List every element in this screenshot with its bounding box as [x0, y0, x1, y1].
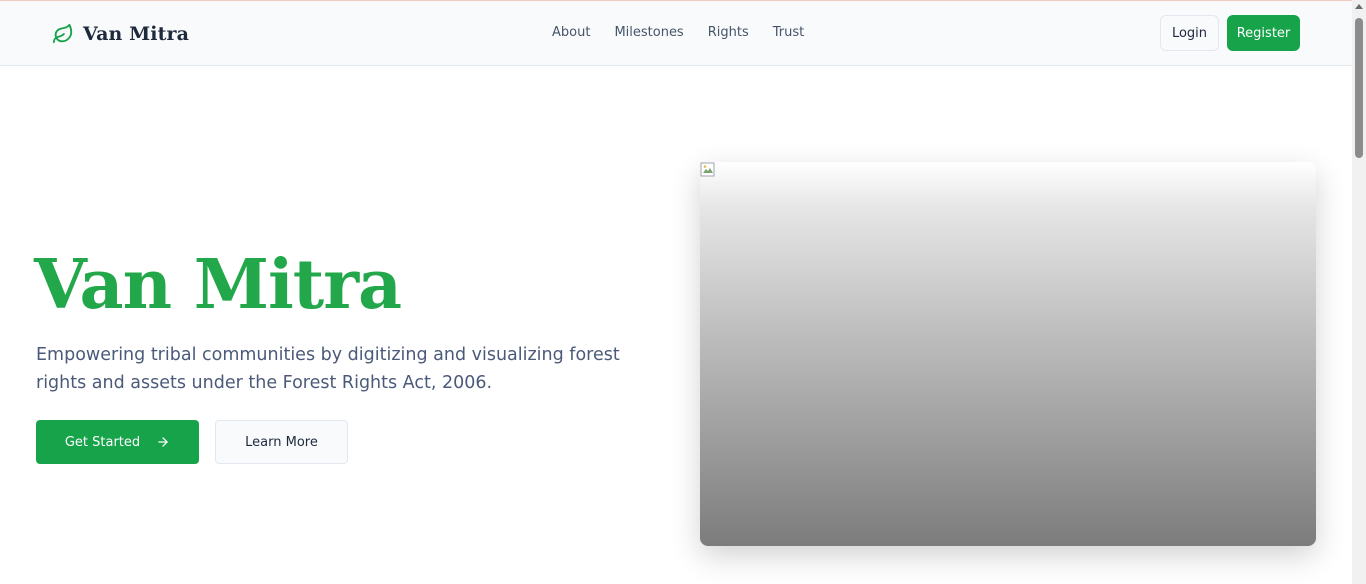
brand-logo[interactable]: Van Mitra [52, 21, 189, 47]
navbar: Van Mitra About Milestones Rights Trust … [0, 1, 1352, 66]
brand-name: Van Mitra [83, 23, 189, 45]
arrow-right-icon [158, 437, 168, 447]
nav-link-about[interactable]: About [552, 24, 590, 42]
broken-image-icon [700, 162, 715, 177]
nav-link-trust[interactable]: Trust [773, 24, 804, 42]
nav-links: About Milestones Rights Trust [552, 24, 828, 42]
nav-link-rights[interactable]: Rights [708, 24, 749, 42]
nav-link-milestones[interactable]: Milestones [614, 24, 683, 42]
get-started-label: Get Started [64, 434, 141, 450]
hero-subtitle: Empowering tribal communities by digitiz… [36, 345, 620, 393]
vertical-scrollbar[interactable] [1352, 0, 1366, 584]
hero-image [700, 162, 1316, 546]
scroll-thumb[interactable] [1355, 18, 1363, 158]
hero-title: Van Mitra [34, 245, 402, 325]
leaf-icon [52, 23, 73, 44]
register-button[interactable]: Register [1227, 15, 1300, 51]
get-started-button[interactable]: Get Started [36, 420, 199, 464]
login-button[interactable]: Login [1160, 15, 1219, 51]
scroll-up-arrow-icon[interactable] [1355, 4, 1363, 9]
learn-more-button[interactable]: Learn More [215, 420, 348, 464]
